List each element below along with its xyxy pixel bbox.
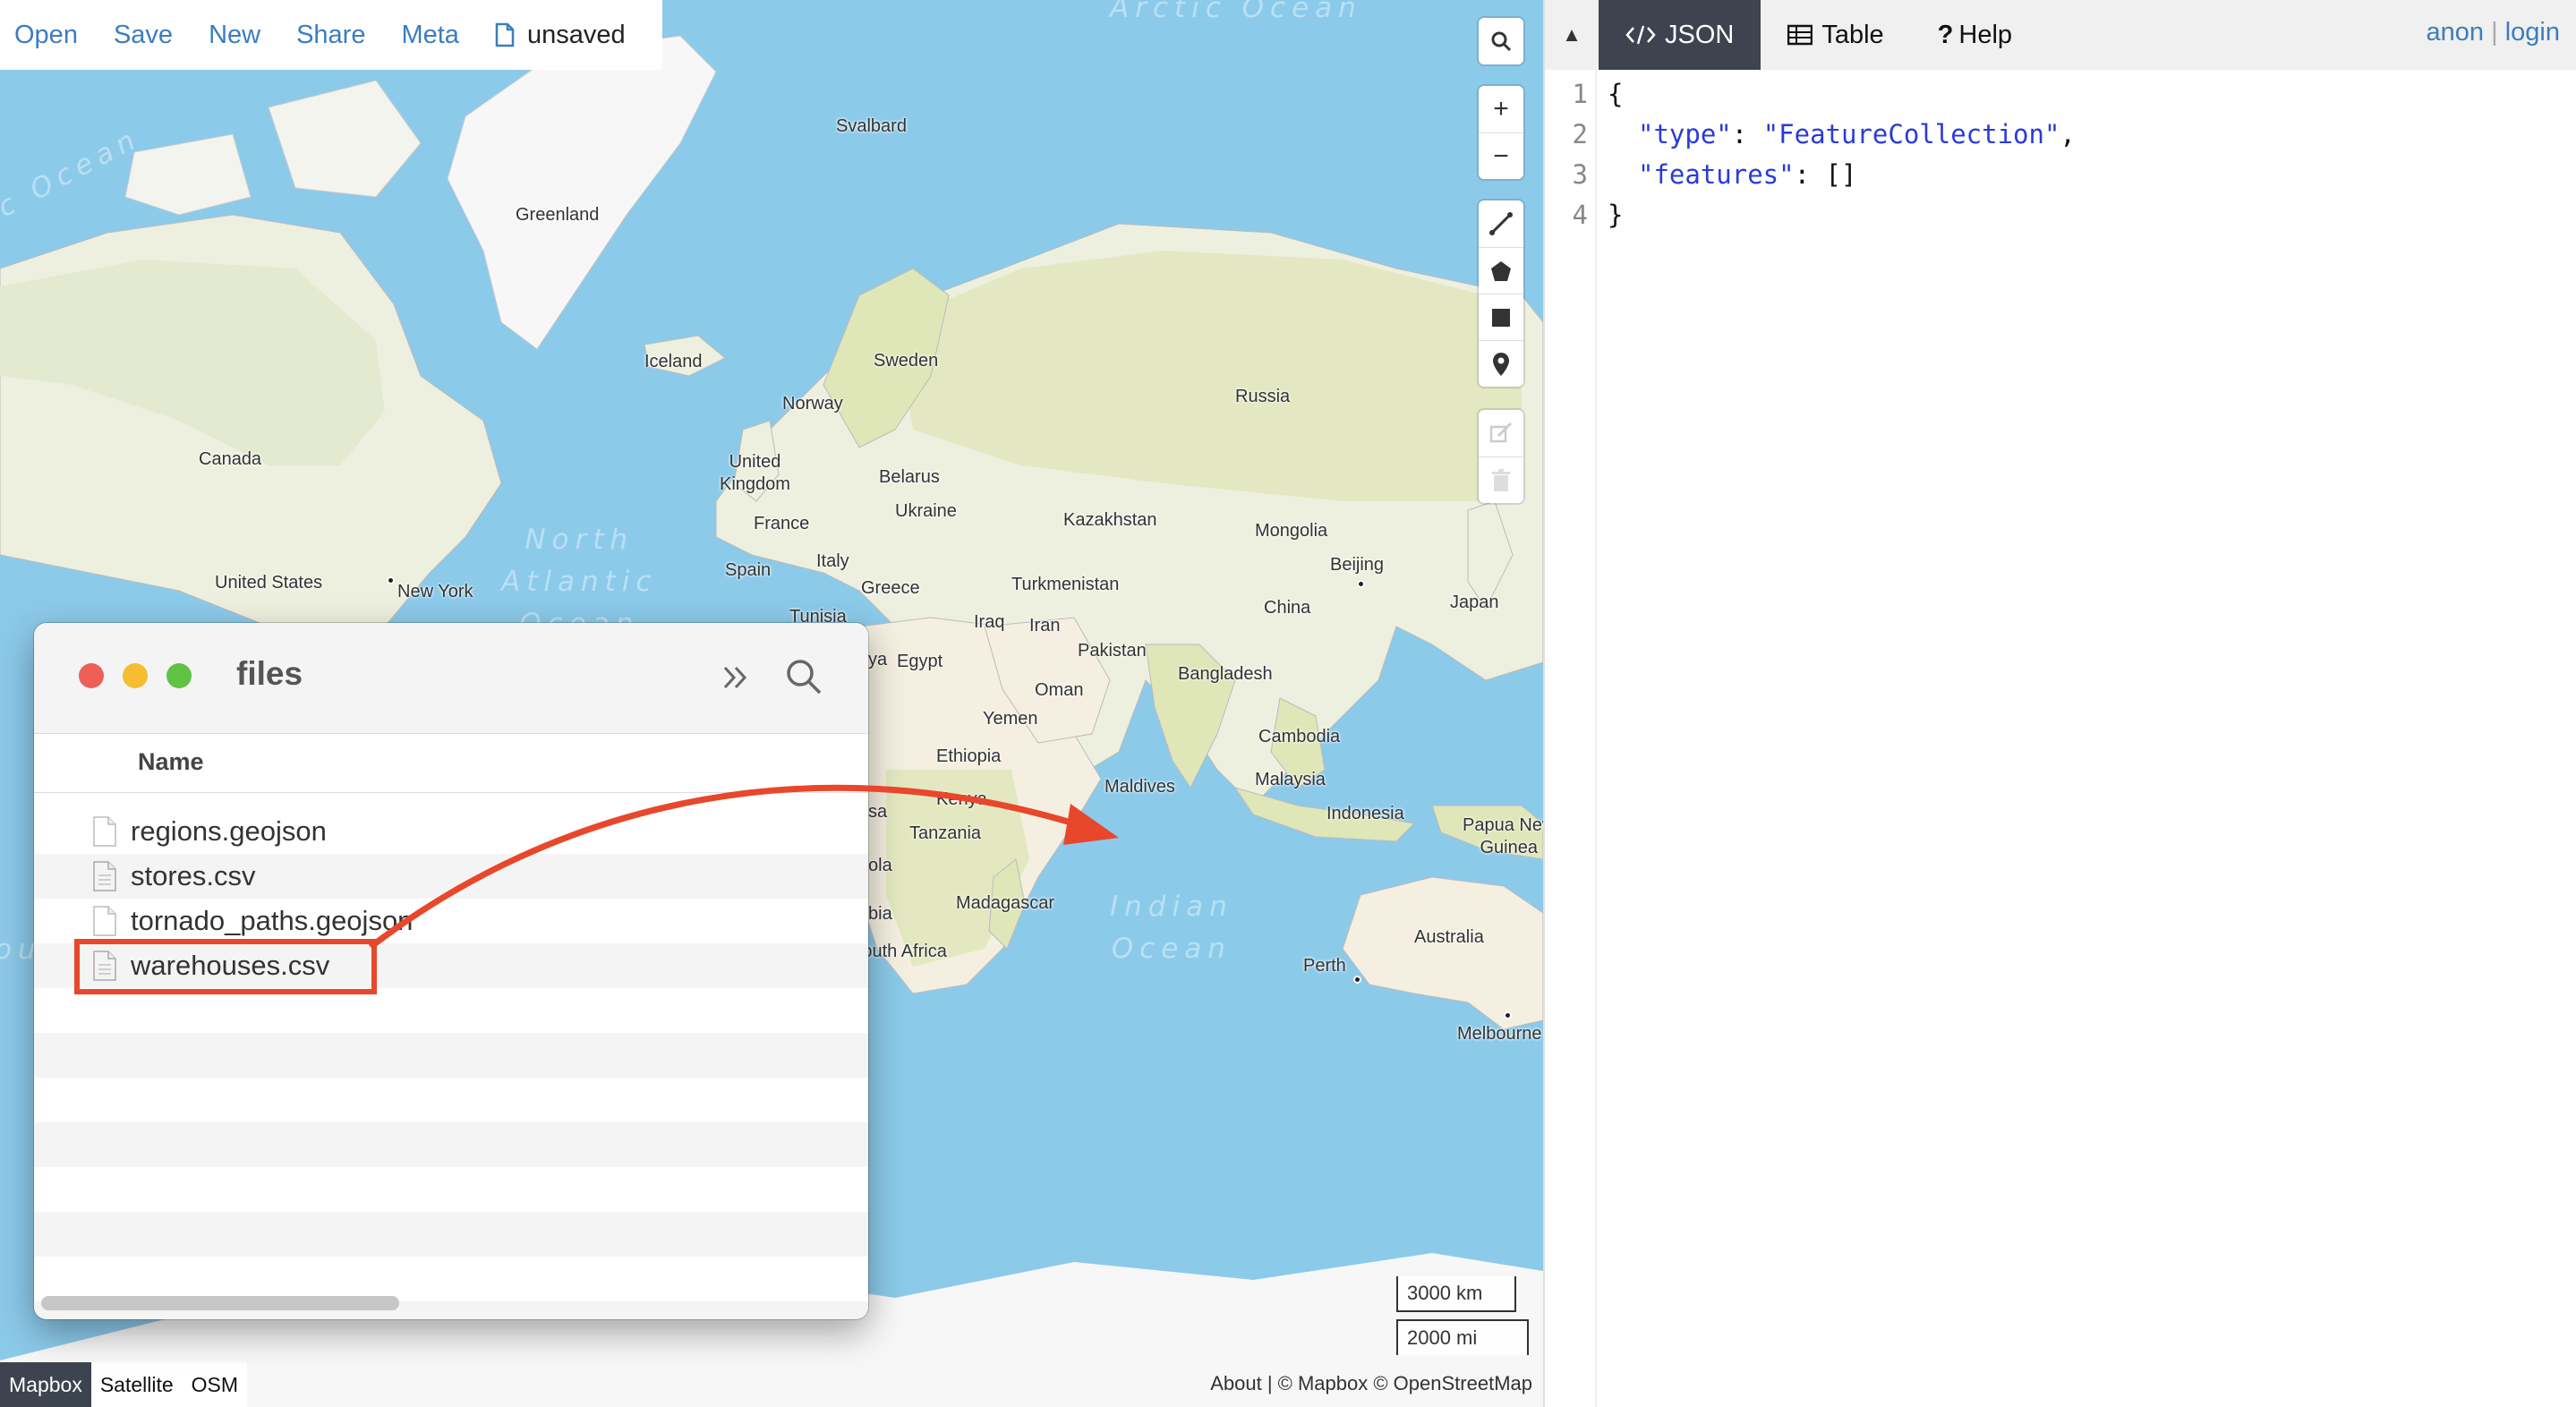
user-name-link[interactable]: anon	[2427, 18, 2485, 47]
code-key-features: "features"	[1638, 159, 1795, 190]
code-value-features: : []	[1794, 159, 1857, 190]
drag-arrow	[368, 784, 1076, 950]
tab-table[interactable]: Table	[1761, 0, 1910, 70]
drag-annotation	[74, 784, 1119, 994]
tab-json[interactable]: JSON	[1599, 0, 1761, 70]
code-key-type: "type"	[1638, 119, 1732, 149]
line-number: 2	[1572, 119, 1588, 149]
code-line-4: }	[1608, 200, 1623, 230]
collapse-panel-button[interactable]: ▲	[1545, 0, 1599, 70]
arrow-head-icon	[1063, 804, 1119, 845]
code-line-2: "type": "FeatureCollection",	[1638, 119, 2076, 149]
line-number: 3	[1572, 159, 1588, 190]
tab-table-label: Table	[1821, 20, 1884, 49]
caret-up-icon: ▲	[1562, 23, 1582, 46]
code-value-type: "FeatureCollection"	[1762, 119, 2060, 149]
login-link[interactable]: login	[2505, 18, 2560, 47]
tab-help-label: Help	[1958, 20, 2013, 49]
right-panel: ▲ JSON Table ? Help anon | login 1 2 3 4…	[1543, 0, 2576, 1407]
table-icon	[1787, 24, 1813, 46]
line-gutter: 1 2 3 4	[1545, 70, 1597, 1407]
question-icon: ?	[1937, 20, 1954, 49]
code-icon	[1625, 25, 1656, 45]
json-editor[interactable]: 1 2 3 4 { "type": "FeatureCollection", "…	[1545, 70, 2576, 1407]
tab-json-label: JSON	[1665, 20, 1735, 49]
code-colon: :	[1731, 119, 1763, 149]
code-brace-open: {	[1608, 79, 1624, 109]
code-line-1: {	[1608, 79, 1623, 109]
code-comma: ,	[2060, 119, 2076, 149]
line-number: 1	[1572, 79, 1588, 109]
user-separator: |	[2491, 18, 2498, 47]
user-links: anon | login	[2427, 18, 2560, 47]
code-line-3: "features": []	[1638, 159, 1856, 190]
code-brace-close: }	[1608, 200, 1624, 230]
tab-help[interactable]: ? Help	[1911, 0, 2039, 70]
panel-tabs: ▲ JSON Table ? Help	[1545, 0, 2576, 70]
line-number: 4	[1572, 200, 1588, 230]
highlight-box	[74, 939, 377, 994]
